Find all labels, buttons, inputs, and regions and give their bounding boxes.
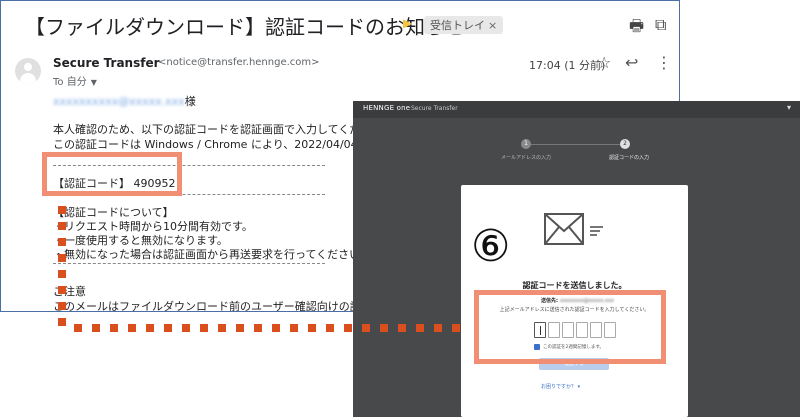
connector-dot	[58, 302, 66, 310]
step-indicator-2: 2	[620, 139, 630, 149]
help-link[interactable]: お困りですか？ ▾	[541, 383, 580, 390]
body-line-intro: 本人確認のため、以下の認証コードを認証画面で入力してください。	[53, 123, 394, 136]
open-in-new-window-icon[interactable]: ⧉	[655, 15, 666, 35]
connector-dot	[416, 324, 424, 332]
connector-dot	[254, 324, 262, 332]
step-label-code: 認証コードの入力	[609, 155, 650, 161]
connector-dot	[110, 324, 118, 332]
connector-dot	[398, 324, 406, 332]
remove-label-icon[interactable]: ×	[488, 19, 497, 32]
more-options-icon[interactable]: ⋮	[656, 53, 672, 72]
connector-dot	[380, 324, 388, 332]
about-code-item: ・無効になった場合は認証画面から再送要求を行ってください。	[53, 248, 372, 261]
connector-dot	[128, 324, 136, 332]
inbox-label-text: 受信トレイ	[430, 19, 485, 32]
hennge-topbar: HENNGE one Secure Transfer ▾	[353, 101, 800, 118]
step-label-email: メールアドレスの入力	[501, 155, 552, 161]
account-menu-icon[interactable]: ▾	[787, 103, 791, 112]
connector-dot	[434, 324, 442, 332]
label-arrow-icon: ▶	[403, 16, 413, 30]
connector-dot	[58, 318, 66, 326]
step-number-annotation: ⑥	[471, 221, 511, 272]
avatar-head	[24, 63, 32, 71]
connector-dot	[290, 324, 298, 332]
connector-dot	[452, 324, 460, 332]
email-subject: 【ファイルダウンロード】認証コードのお知らせ	[25, 15, 465, 39]
inbox-label-badge[interactable]: 受信トレイ ×	[424, 16, 504, 34]
chevron-down-icon[interactable]: ▼	[91, 78, 97, 87]
sending-lines-icon	[590, 226, 603, 236]
hennge-auth-panel: HENNGE one Secure Transfer ▾ 1 2 メールアドレス…	[353, 101, 800, 417]
recipient-honorific: 様	[184, 95, 196, 108]
reply-icon[interactable]: ↩	[625, 53, 638, 72]
connector-dot	[308, 324, 316, 332]
received-time: 17:04 (1 分前)	[529, 59, 606, 72]
connector-dot	[236, 324, 244, 332]
divider	[53, 263, 325, 264]
connector-dot	[74, 324, 82, 332]
sender-avatar	[15, 58, 41, 84]
product-name: Secure Transfer	[411, 105, 458, 112]
recipient-greeting: xxxxxxxxxx@xxxxx.xxx様	[53, 93, 196, 109]
sender-name: Secure Transfer	[53, 56, 160, 70]
recipient-dropdown[interactable]: To 自分 ▼	[53, 73, 97, 88]
code-input-highlight	[474, 290, 666, 364]
envelope-icon	[544, 213, 584, 245]
connector-dot	[58, 254, 66, 262]
auth-code-highlight	[42, 152, 182, 196]
connector-dot	[58, 270, 66, 278]
avatar-body	[20, 73, 36, 84]
connector-dot	[92, 324, 100, 332]
connector-dot	[344, 324, 352, 332]
connector-dot	[58, 238, 66, 246]
recipient-label: To 自分	[53, 77, 87, 88]
step-connector	[531, 144, 620, 145]
hennge-logo: HENNGE one	[363, 104, 411, 112]
connector-dot	[218, 324, 226, 332]
print-icon[interactable]: 🖶	[629, 15, 644, 42]
connector-dot	[58, 206, 66, 214]
star-icon[interactable]: ☆	[597, 53, 611, 72]
connector-dot	[326, 324, 334, 332]
recipient-name-redacted: xxxxxxxxxx@xxxxx.xxx	[53, 95, 185, 108]
connector-dot	[200, 324, 208, 332]
connector-dot	[362, 324, 370, 332]
connector-dot	[272, 324, 280, 332]
connector-dot	[146, 324, 154, 332]
step-indicator-1: 1	[521, 139, 531, 149]
connector-dot	[164, 324, 172, 332]
connector-dot	[182, 324, 190, 332]
sender-email: <notice@transfer.hennge.com>	[158, 57, 320, 68]
connector-dot	[58, 286, 66, 294]
connector-dot	[58, 222, 66, 230]
